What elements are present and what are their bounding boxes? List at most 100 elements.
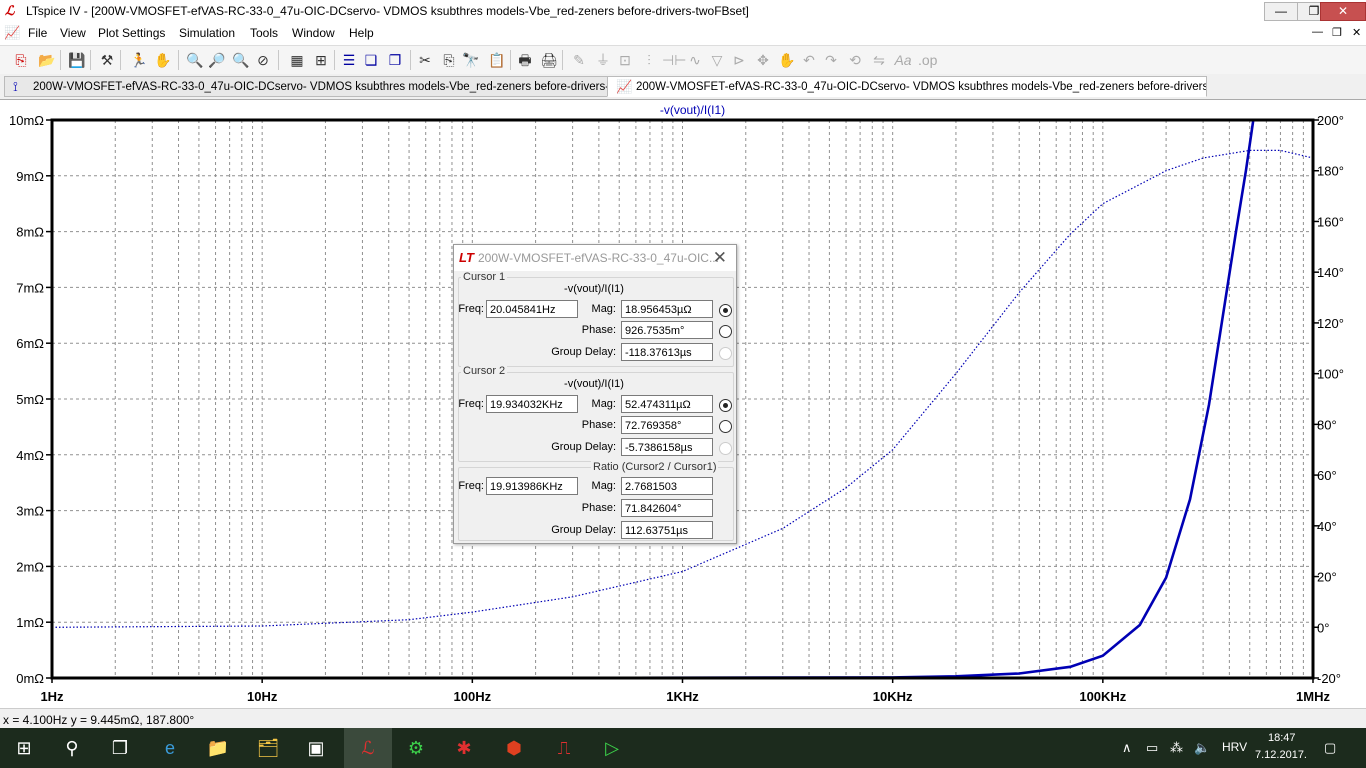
- cascade-icon[interactable]: ❏: [362, 51, 380, 69]
- tab-schematic[interactable]: ⟟ 200W-VMOSFET-efVAS-RC-33-0_47u-OIC-DCs…: [4, 76, 608, 97]
- edge-browser-icon[interactable]: e: [158, 736, 182, 760]
- language-indicator[interactable]: HRV: [1222, 740, 1247, 754]
- cursor1-phase-radio[interactable]: [719, 325, 732, 338]
- print-icon[interactable]: 🖨: [540, 51, 558, 69]
- clock-time[interactable]: 18:47: [1268, 732, 1296, 744]
- mdi-close-button[interactable]: ✕: [1352, 26, 1361, 39]
- status-bar: x = 4.100Hz y = 9.445mΩ, 187.800°: [0, 708, 1366, 729]
- search-icon[interactable]: ⚲: [60, 736, 84, 760]
- cursor2-mag-field[interactable]: 52.474311µΩ: [621, 395, 713, 413]
- paste-icon[interactable]: 📋: [488, 51, 506, 69]
- media-app-icon[interactable]: ▣: [304, 736, 328, 760]
- mdi-restore-button[interactable]: ❐: [1332, 26, 1342, 39]
- x-tick-label: 100Hz: [454, 689, 492, 704]
- inductor-icon: ∿: [689, 52, 701, 68]
- battery-icon[interactable]: ▭: [1146, 740, 1158, 756]
- cursor1-mag-radio[interactable]: [719, 304, 732, 317]
- cursor2-freq-field[interactable]: 19.934032KHz: [486, 395, 578, 413]
- ratio-freq-field[interactable]: 19.913986KHz: [486, 477, 578, 495]
- minimize-button[interactable]: —: [1264, 2, 1298, 21]
- folder-icon[interactable]: 🗂: [256, 736, 280, 760]
- undo-icon: ↶: [803, 52, 815, 68]
- dialog-close-button[interactable]: ✕: [713, 248, 727, 268]
- app-green-icon[interactable]: ⚙: [404, 736, 428, 760]
- print-preview-icon[interactable]: 🖶: [516, 51, 534, 69]
- control-panel-icon[interactable]: ⚒: [98, 51, 116, 69]
- menu-tools[interactable]: Tools: [250, 26, 278, 40]
- dialog-title-bar[interactable]: LT 200W-VMOSFET-efVAS-RC-33-0_47u-OIC...…: [454, 245, 736, 271]
- tile-horizontal-icon[interactable]: ☰: [340, 51, 358, 69]
- network-icon[interactable]: ⁂: [1170, 740, 1183, 756]
- cursor2-phase-field[interactable]: 72.769358°: [621, 416, 713, 434]
- trace-label[interactable]: -v(vout)/I(I1): [660, 103, 725, 117]
- move-icon: ✥: [757, 52, 769, 68]
- menu-file[interactable]: File: [28, 26, 47, 40]
- grid-icon[interactable]: ⊞: [312, 51, 330, 69]
- app-gem-icon[interactable]: ⬢: [502, 736, 526, 760]
- cursor2-label: Cursor 2: [461, 365, 508, 377]
- volume-icon[interactable]: 🔈: [1194, 740, 1210, 756]
- close-button[interactable]: ✕: [1320, 2, 1366, 21]
- zoom-area-icon[interactable]: 🔎: [208, 51, 226, 69]
- title-bar: ℒ LTspice IV - [200W-VMOSFET-efVAS-RC-33…: [0, 0, 1366, 24]
- app-red-icon[interactable]: ✱: [452, 736, 476, 760]
- y-right-tick-label: -20°: [1317, 671, 1341, 686]
- ratio-mag-label: Mag:: [591, 480, 616, 492]
- cursor2-gd-field[interactable]: -5.7386158µs: [621, 438, 713, 456]
- menu-simulation[interactable]: Simulation: [179, 26, 235, 40]
- save-icon[interactable]: 💾: [68, 51, 86, 69]
- open-folder-icon[interactable]: 📂: [38, 51, 56, 69]
- cursor2-mag-radio[interactable]: [719, 399, 732, 412]
- tray-chevron-icon[interactable]: ∧: [1122, 740, 1132, 756]
- cursor1-mag-field[interactable]: 18.956453µΩ: [621, 300, 713, 318]
- zoom-cancel-icon[interactable]: ⊘: [254, 51, 272, 69]
- y-right-tick-label: 180°: [1317, 164, 1344, 179]
- zoom-in-icon[interactable]: 🔍: [186, 51, 204, 69]
- file-explorer-icon[interactable]: 📁: [206, 736, 230, 760]
- y-right-tick-label: 40°: [1317, 519, 1337, 534]
- menu-plot-settings[interactable]: Plot Settings: [98, 26, 165, 40]
- cursor1-freq-field[interactable]: 20.045841Hz: [486, 300, 578, 318]
- ltspice-logo-icon: LT: [459, 250, 474, 265]
- cursor2-phase-radio[interactable]: [719, 420, 732, 433]
- menu-window[interactable]: Window: [292, 26, 335, 40]
- ratio-gd-field[interactable]: 112.63751µs: [621, 521, 713, 539]
- tab-waveform[interactable]: 📈 200W-VMOSFET-efVAS-RC-33-0_47u-OIC-DCs…: [607, 76, 1207, 97]
- ratio-phase-field[interactable]: 71.842604°: [621, 499, 713, 517]
- open-icon[interactable]: ⎘: [12, 51, 30, 69]
- ground-icon: ⏚: [596, 52, 610, 68]
- y-left-tick-label: 8mΩ: [16, 225, 44, 240]
- cursor1-gd-field[interactable]: -118.37613µs: [621, 343, 713, 361]
- find-icon[interactable]: 🔭: [462, 51, 480, 69]
- cut-icon[interactable]: ✂: [416, 51, 434, 69]
- menu-bar: 📈 File View Plot Settings Simulation Too…: [0, 23, 1366, 44]
- zoom-out-icon[interactable]: 🔍: [232, 51, 250, 69]
- cursor1-phase-field[interactable]: 926.7535m°: [621, 321, 713, 339]
- clock-date[interactable]: 7.12.2017.: [1255, 749, 1307, 761]
- pdf-reader-icon[interactable]: ⎍: [552, 736, 576, 760]
- tile-vertical-icon[interactable]: ❐: [386, 51, 404, 69]
- y-left-tick-label: 2mΩ: [16, 559, 44, 574]
- run-icon[interactable]: 🏃: [130, 51, 148, 69]
- copy-icon[interactable]: ⎘: [440, 51, 458, 69]
- ratio-mag-field[interactable]: 2.7681503: [621, 477, 713, 495]
- mdi-minimize-button[interactable]: —: [1312, 26, 1323, 38]
- capacitor-icon: ⊣⊢: [662, 52, 687, 68]
- menu-help[interactable]: Help: [349, 26, 374, 40]
- halt-icon[interactable]: ✋: [154, 51, 172, 69]
- x-tick-label: 10Hz: [247, 689, 278, 704]
- cursor-dialog[interactable]: LT 200W-VMOSFET-efVAS-RC-33-0_47u-OIC...…: [453, 244, 737, 544]
- menu-view[interactable]: View: [60, 26, 86, 40]
- document-icon[interactable]: 📈: [4, 25, 20, 41]
- task-view-icon[interactable]: ❐: [108, 736, 132, 760]
- y-right-tick-label: 60°: [1317, 468, 1337, 483]
- y-right-tick-label: 20°: [1317, 570, 1337, 585]
- ltspice-taskbar-icon[interactable]: ℒ: [344, 728, 392, 768]
- y-left-tick-label: 3mΩ: [16, 504, 44, 519]
- app-amp-icon[interactable]: ▷: [600, 736, 624, 760]
- notifications-icon[interactable]: ▢: [1324, 740, 1336, 756]
- start-button[interactable]: ⊞: [12, 736, 36, 760]
- cursor2-gd-radio: [719, 442, 732, 455]
- rotate-icon: ⟲: [849, 52, 861, 68]
- autorange-icon[interactable]: ▦: [288, 51, 306, 69]
